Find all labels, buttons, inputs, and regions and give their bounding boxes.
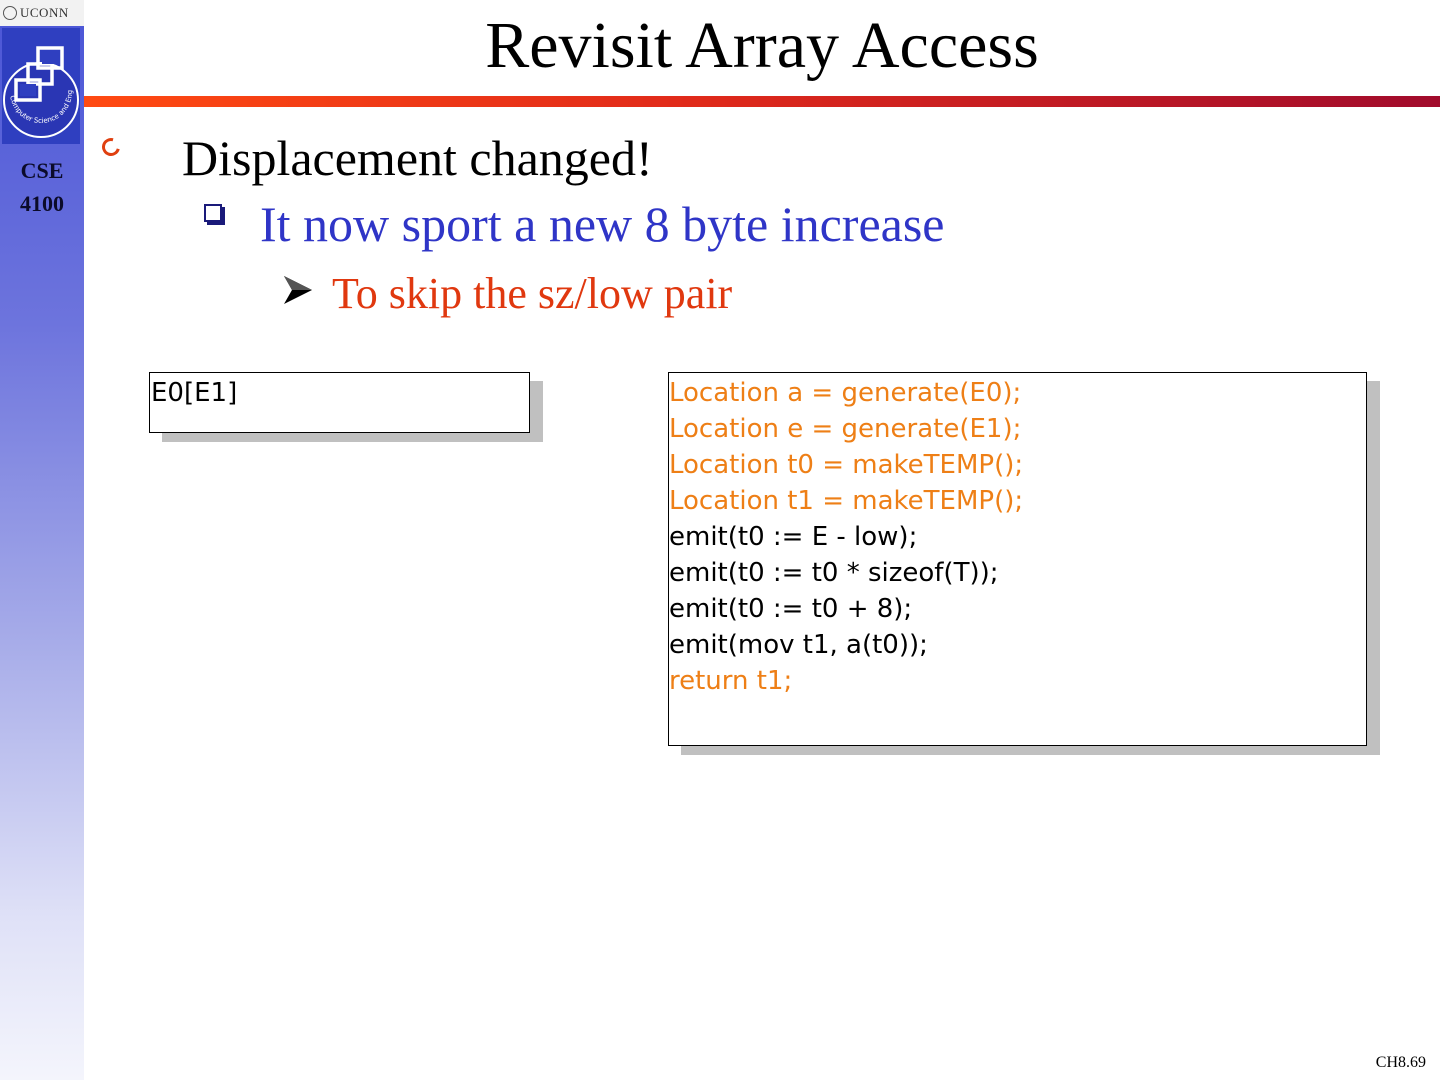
- bullet-text: It now sport a new 8 byte increase: [260, 196, 945, 252]
- university-name: UCONN: [20, 5, 69, 20]
- uconn-seal-icon: [3, 6, 17, 20]
- slide: UCONN Computer Science and Engineering: [0, 0, 1440, 1080]
- code-line: emit(t0 := t0 * sizeof(T));: [669, 558, 999, 588]
- code-line: Location e = generate(E1);: [669, 414, 1022, 444]
- uconn-banner: UCONN: [0, 0, 84, 26]
- circle-bullet-icon: [98, 134, 124, 160]
- code-line: Location t0 = makeTEMP();: [669, 450, 1024, 480]
- title-rule: [84, 96, 1440, 107]
- bullet-text: Displacement changed!: [182, 130, 653, 186]
- code-line: return t1;: [669, 666, 793, 696]
- slide-title: Revisit Array Access: [485, 9, 1039, 82]
- department-logo-icon: Computer Science and Engineering: [2, 28, 80, 144]
- code-line: Location t1 = makeTEMP();: [669, 486, 1024, 516]
- code-line: emit(t0 := t0 + 8);: [669, 594, 913, 624]
- course-label: CSE 4100: [0, 154, 84, 220]
- arrow-bullet-icon: [284, 276, 312, 304]
- course-subject: CSE: [20, 158, 64, 183]
- code-box: Location a = generate(E0); Location e = g…: [668, 372, 1367, 746]
- code-line: Location a = generate(E0);: [669, 378, 1022, 408]
- expression-box: E0[E1]: [149, 372, 530, 433]
- course-number: 4100: [20, 191, 64, 216]
- slide-number: CH8.69: [1375, 1054, 1426, 1071]
- bullet-text: To skip the sz/low pair: [332, 269, 733, 318]
- code-line: emit(mov t1, a(t0));: [669, 630, 928, 660]
- square-bullet-icon: [204, 204, 222, 222]
- sidebar: UCONN Computer Science and Engineering: [0, 0, 84, 1080]
- code-line: emit(t0 := E - low);: [669, 522, 918, 552]
